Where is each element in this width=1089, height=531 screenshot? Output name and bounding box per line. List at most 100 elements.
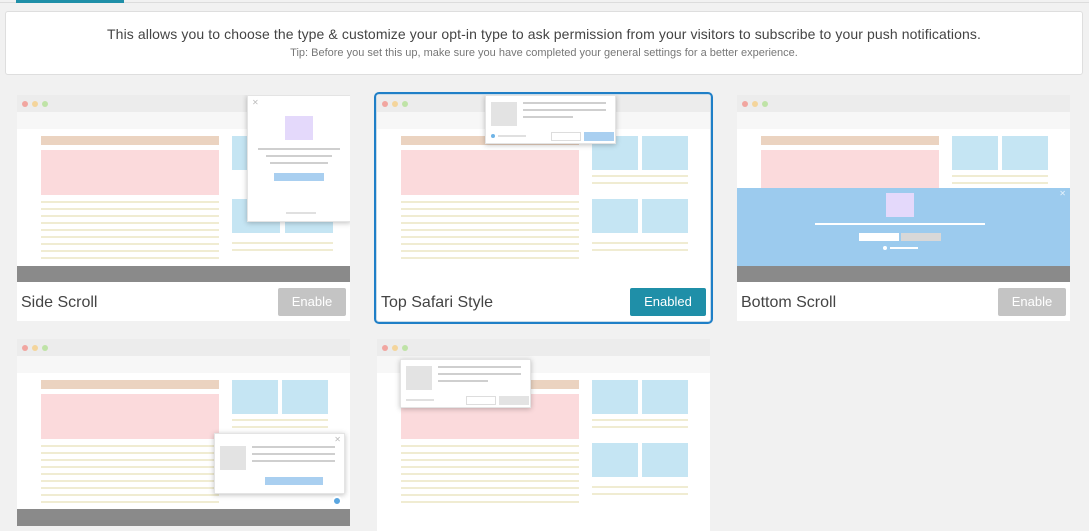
bell-icon (883, 246, 887, 250)
mock-line (401, 229, 579, 231)
mock-text (523, 102, 606, 104)
mock-text (438, 380, 488, 382)
enable-button[interactable]: Enable (998, 288, 1066, 316)
mock-tile (642, 199, 688, 233)
mock-line (41, 494, 219, 496)
mock-logo (285, 116, 313, 140)
mock-line (401, 459, 579, 461)
mock-line (232, 242, 333, 244)
mock-line (401, 257, 579, 259)
mock-line (401, 501, 579, 503)
browser-subbar (17, 356, 350, 373)
mock-allow-button (584, 132, 614, 141)
mock-line (41, 487, 219, 489)
mock-line (592, 486, 688, 488)
card-title: Top Safari Style (381, 294, 494, 311)
mock-footer (17, 266, 350, 282)
mock-line (952, 182, 1048, 184)
card-title: Side Scroll (21, 294, 98, 311)
mock-line (232, 249, 333, 251)
mock-text (252, 460, 335, 462)
mock-deny-button (466, 396, 496, 405)
mock-top-popup (485, 95, 616, 144)
browser-subbar (737, 112, 1070, 129)
window-dot-red (742, 101, 748, 107)
mock-line (41, 466, 219, 468)
enabled-button[interactable]: Enabled (630, 288, 706, 316)
card-footer: Top Safari Style Enabled (377, 282, 710, 321)
mock-hero (41, 394, 219, 439)
mock-line (41, 208, 219, 210)
mock-text (523, 109, 606, 111)
mock-text (438, 366, 521, 368)
mock-line (592, 175, 688, 177)
mock-line (401, 494, 579, 496)
mock-tile (282, 380, 328, 414)
enable-button[interactable]: Enable (278, 288, 346, 316)
window-dot-red (22, 101, 28, 107)
mock-line (41, 243, 219, 245)
optin-card-top-box[interactable] (377, 339, 710, 531)
browser-chrome (377, 339, 710, 356)
mock-tile (642, 443, 688, 477)
mock-line (401, 201, 579, 203)
mock-top-left-popup (400, 359, 531, 408)
mock-side-popup: ✕ (247, 95, 350, 222)
mock-logo (220, 446, 246, 470)
mock-line (41, 452, 219, 454)
mock-text (258, 148, 340, 150)
mock-line (41, 473, 219, 475)
close-icon: ✕ (252, 98, 259, 107)
mock-deny-button (901, 233, 941, 241)
mock-line (41, 257, 219, 259)
mock-hero (41, 150, 219, 195)
bell-icon (491, 134, 495, 138)
mock-logo (886, 193, 914, 217)
card-footer: Bottom Scroll Enable (737, 282, 1070, 321)
mock-line (401, 487, 579, 489)
mock-line (592, 249, 688, 251)
mock-tile (1002, 136, 1048, 170)
optin-card-side-scroll[interactable]: ✕ Side Scroll Enable (17, 95, 350, 321)
mock-footer-text (498, 135, 526, 137)
mock-tile (232, 380, 278, 414)
mock-line (41, 236, 219, 238)
info-tip: Tip: Before you set this up, make sure y… (290, 47, 798, 59)
mock-line (401, 222, 579, 224)
mock-text (252, 446, 335, 448)
optin-card-top-safari[interactable]: Top Safari Style Enabled (374, 92, 713, 324)
mock-allow-button (274, 173, 324, 181)
mock-footer-text (406, 399, 434, 401)
window-dot-green (402, 101, 408, 107)
mock-line (41, 480, 219, 482)
window-dot-green (402, 345, 408, 351)
card-title: Bottom Scroll (741, 294, 837, 311)
mock-heading (41, 380, 219, 389)
window-dot-green (762, 101, 768, 107)
mock-tile (592, 380, 638, 414)
mock-line (41, 459, 219, 461)
mock-footer-text (286, 212, 316, 214)
mock-line (401, 215, 579, 217)
mock-line (401, 480, 579, 482)
window-dot-yellow (392, 101, 398, 107)
mock-tile (592, 199, 638, 233)
preview-side-scroll: ✕ (17, 95, 350, 282)
mock-corner-popup: ✕ (214, 433, 345, 494)
optin-card-bottom-scroll[interactable]: ✕ Bottom Scroll Enable (737, 95, 1070, 321)
optin-card-bottom-box[interactable]: ✕ (17, 339, 350, 526)
mock-line (41, 215, 219, 217)
window-dot-yellow (32, 345, 38, 351)
window-dot-red (382, 345, 388, 351)
active-tab-indicator (16, 0, 124, 3)
mock-line (592, 426, 688, 428)
window-dot-red (22, 345, 28, 351)
mock-line (401, 236, 579, 238)
mock-footer (737, 266, 1070, 282)
mock-line (592, 493, 688, 495)
mock-line (41, 501, 219, 503)
mock-allow-button (859, 233, 899, 241)
mock-heading (41, 136, 219, 145)
mock-text (438, 373, 521, 375)
browser-chrome (737, 95, 1070, 112)
